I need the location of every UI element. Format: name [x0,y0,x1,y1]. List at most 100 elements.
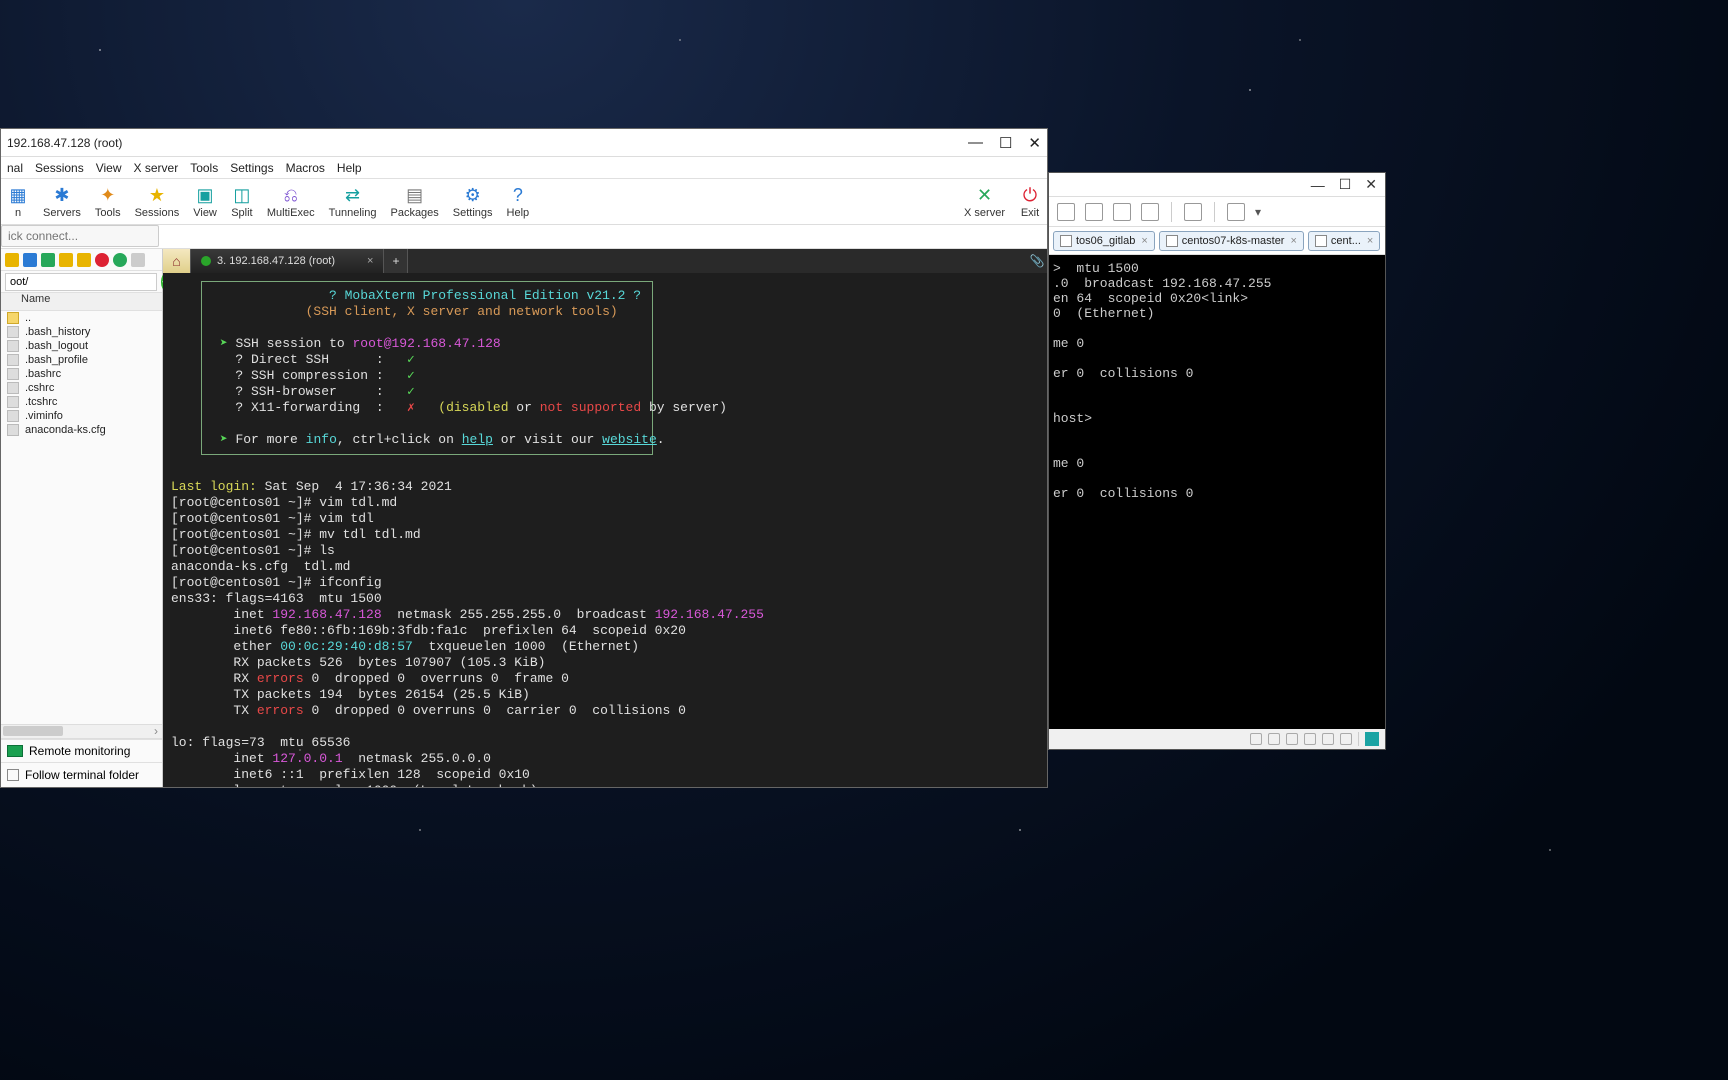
toolbar-label: Servers [43,207,81,219]
file-icon [7,368,19,380]
file-row[interactable]: .bash_history [1,325,162,339]
menu-help[interactable]: Help [337,161,362,175]
folder-icon [7,312,19,324]
follow-terminal-checkbox[interactable]: Follow terminal folder [1,762,162,787]
sidebar-column-header[interactable]: Name [1,293,162,311]
exit-icon: ⏻ [1019,184,1041,206]
split-button[interactable]: ◫Split [231,184,253,219]
status-icon[interactable] [1268,733,1280,745]
folder-icon[interactable] [5,253,19,267]
file-name: anaconda-ks.cfg [25,424,106,436]
close-tab-icon[interactable]: × [367,255,373,267]
status-icon[interactable] [1304,733,1316,745]
sessions-button[interactable]: ★Sessions [135,184,180,219]
settings-button[interactable]: ⚙Settings [453,184,493,219]
exit-button[interactable]: ⏻Exit [1019,184,1041,219]
file-row[interactable]: .tcshrc [1,395,162,409]
expand-icon[interactable] [1227,203,1245,221]
file-row[interactable]: anaconda-ks.cfg [1,423,162,437]
status-icon[interactable] [1322,733,1334,745]
menubar: nal Sessions View X server Tools Setting… [1,157,1047,179]
separator [1171,202,1172,222]
status-icon[interactable] [1286,733,1298,745]
close-tab-icon[interactable]: × [1290,235,1296,247]
packages-button[interactable]: ▤Packages [390,184,438,219]
minimize-icon[interactable]: — [968,134,983,152]
split-icon: ◫ [231,184,253,206]
sidebar-path-input[interactable] [5,273,157,291]
refresh-icon[interactable] [77,253,91,267]
file-row[interactable]: .cshrc [1,381,162,395]
terminal[interactable]: ? MobaXterm Professional Edition v21.2 ?… [163,273,1047,787]
toolbar-label: n [15,207,21,219]
status-icon[interactable] [1340,733,1352,745]
session-button[interactable]: ▦n [7,184,29,219]
session-tab[interactable]: 3. 192.168.47.128 (root) × [191,249,384,273]
xserver-button[interactable]: ✕X server [964,184,1005,219]
tab-label: centos07-k8s-master [1182,235,1285,247]
view-button[interactable]: ▣View [193,184,217,219]
file-row[interactable]: .bash_logout [1,339,162,353]
layout-icon[interactable] [1085,203,1103,221]
menu-tools[interactable]: Tools [190,161,218,175]
multiexec-button[interactable]: ⎌MultiExec [267,184,315,219]
tools-button[interactable]: ✦Tools [95,184,121,219]
maximize-icon[interactable]: ☐ [999,134,1012,152]
home-tab[interactable]: ⌂ [163,249,191,273]
newfolder-icon[interactable] [59,253,73,267]
status-indicator[interactable] [1365,732,1379,746]
tunneling-button[interactable]: ⇄Tunneling [329,184,377,219]
file-name: .bash_profile [25,354,88,366]
file-icon [7,354,19,366]
help-button[interactable]: ?Help [507,184,530,219]
tools-icon: ✦ [97,184,119,206]
tab-cent[interactable]: cent... × [1308,231,1380,251]
remote-monitoring-button[interactable]: Remote monitoring [1,739,162,762]
menu-sessions[interactable]: Sessions [35,161,84,175]
tab-k8s-master[interactable]: centos07-k8s-master × [1159,231,1304,251]
minimize-icon[interactable]: — [1311,177,1325,193]
status-icon[interactable] [1250,733,1262,745]
sidebar-scrollbar[interactable] [1,724,162,738]
menu-xserver[interactable]: X server [134,161,179,175]
servers-button[interactable]: ✱Servers [43,184,81,219]
delete-icon[interactable] [95,253,109,267]
close-icon[interactable]: ✕ [1365,176,1377,193]
secondary-terminal[interactable]: > mtu 1500 .0 broadcast 192.168.47.255 e… [1049,255,1385,749]
file-row[interactable]: .. [1,311,162,325]
file-list[interactable]: ...bash_history.bash_logout.bash_profile… [1,311,162,724]
sessions-icon: ★ [146,184,168,206]
toolbar-label: MultiExec [267,207,315,219]
menu-view[interactable]: View [96,161,122,175]
menu-macros[interactable]: Macros [286,161,325,175]
chevron-down-icon[interactable]: ▾ [1255,205,1261,219]
quick-connect-input[interactable] [1,225,159,247]
layout-icon[interactable] [1113,203,1131,221]
download-icon[interactable] [41,253,55,267]
separator [1358,732,1359,746]
sftp-sidebar: ✓ Name ...bash_history.bash_logout.bash_… [1,249,163,787]
file-icon [7,396,19,408]
maximize-icon[interactable]: ☐ [1339,176,1352,193]
file-icon [7,326,19,338]
ok-icon[interactable] [113,253,127,267]
close-tab-icon[interactable]: × [1367,235,1373,247]
upload-icon[interactable] [23,253,37,267]
layout-icon[interactable] [1057,203,1075,221]
menu-terminal[interactable]: nal [7,161,23,175]
more-icon[interactable] [131,253,145,267]
tab-gitlab[interactable]: tos06_gitlab × [1053,231,1155,251]
layout-icon[interactable] [1141,203,1159,221]
attachment-icon[interactable]: 📎 [1027,249,1047,273]
close-tab-icon[interactable]: × [1141,235,1147,247]
terminal-icon[interactable] [1184,203,1202,221]
file-row[interactable]: .viminfo [1,409,162,423]
quick-connect-bar [1,225,1047,249]
add-tab-button[interactable]: + [384,249,408,273]
help-icon: ? [507,184,529,206]
file-row[interactable]: .bash_profile [1,353,162,367]
file-row[interactable]: .bashrc [1,367,162,381]
menu-settings[interactable]: Settings [230,161,273,175]
close-icon[interactable]: ✕ [1028,134,1041,152]
mobaxterm-window: 192.168.47.128 (root) — ☐ ✕ nal Sessions… [0,128,1048,788]
